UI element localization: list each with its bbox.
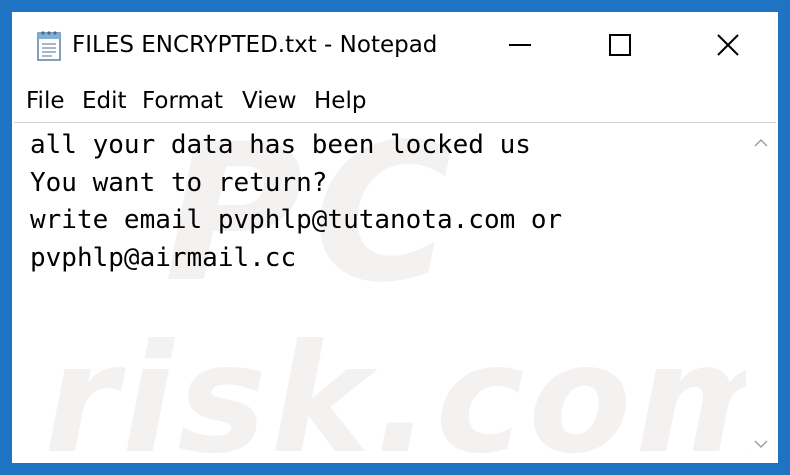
scroll-up-arrow-icon [754, 133, 768, 152]
menu-view[interactable]: View [242, 88, 297, 114]
watermark-risk: risk.com [44, 313, 776, 462]
menu-file[interactable]: File [26, 88, 65, 114]
close-button[interactable] [678, 12, 778, 82]
vertical-scrollbar[interactable] [746, 123, 776, 462]
title-bar[interactable]: FILES ENCRYPTED.txt - Notepad [12, 12, 778, 82]
minimize-icon [507, 32, 533, 62]
text-line: You want to return? [30, 167, 328, 198]
menu-format[interactable]: Format [142, 88, 223, 114]
notepad-window: FILES ENCRYPTED.txt - Notepad File Edit … [12, 12, 778, 463]
maximize-icon [607, 32, 633, 62]
window-title: FILES ENCRYPTED.txt - Notepad [72, 32, 438, 58]
notepad-icon [34, 30, 64, 62]
scroll-down-arrow-icon [754, 434, 768, 453]
close-icon [715, 32, 741, 62]
text-line: write email pvphlp@tutanota.com or [30, 205, 563, 235]
text-line: pvphlp@airmail.cc [30, 242, 297, 273]
scroll-up-button[interactable] [746, 127, 776, 157]
menu-help[interactable]: Help [314, 88, 366, 114]
text-editor-area[interactable]: PC risk.com all your data has been locke… [14, 122, 776, 462]
scroll-down-button[interactable] [746, 428, 776, 458]
menu-edit[interactable]: Edit [82, 88, 127, 114]
menu-bar: File Edit Format View Help [12, 84, 778, 120]
maximize-button[interactable] [578, 12, 662, 82]
document-text: all your data has been locked us You wan… [30, 127, 745, 277]
minimize-button[interactable] [478, 12, 562, 82]
text-line: all your data has been locked us [30, 130, 531, 160]
